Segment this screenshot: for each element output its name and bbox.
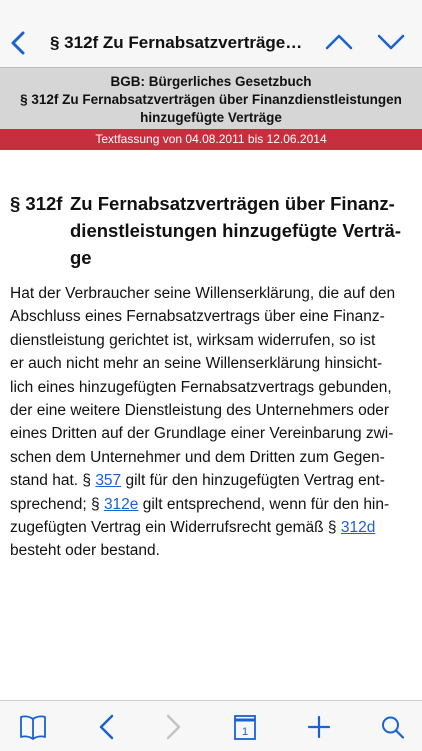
body-line: stand hat. § 357 gilt für den hinzugefüg… bbox=[10, 469, 414, 492]
section-title-line1: § 312f Zu Fernabsatzverträgen über Finan… bbox=[20, 92, 402, 107]
calendar-icon[interactable]: 1 bbox=[230, 713, 260, 741]
document-header: BGB: Bürgerliches Gesetzbuch § 312f Zu F… bbox=[0, 67, 422, 130]
section-heading-text: Zu Fernabsatzverträgen über Finanz- dien… bbox=[70, 190, 410, 271]
link-312e[interactable]: 312e bbox=[104, 496, 138, 513]
body-line: Hat der Verbraucher seine Willenserkläru… bbox=[10, 285, 396, 302]
version-banner: Textfassung von 04.08.2011 bis 12.06.201… bbox=[0, 129, 422, 150]
navigation-bar: § 312f Zu Fernabsatzverträge… bbox=[0, 0, 422, 67]
chevron-left-icon[interactable] bbox=[8, 30, 30, 56]
book-icon[interactable] bbox=[18, 713, 48, 741]
calendar-day: 1 bbox=[242, 726, 248, 738]
add-icon[interactable] bbox=[304, 713, 334, 741]
body-line: zugefügten Vertrag ein Widerrufsrecht ge… bbox=[10, 516, 414, 539]
body-line: der eine weitere Dienstleistung des Unte… bbox=[10, 402, 390, 420]
section-number: § 312f bbox=[10, 193, 63, 214]
back-icon[interactable] bbox=[92, 713, 122, 741]
body-line: besteht oder bestand. bbox=[10, 542, 160, 560]
section-heading-line: Zu Fernabsatzverträgen über Finanz- bbox=[70, 193, 395, 214]
nav-title: § 312f Zu Fernabsatzverträge… bbox=[50, 33, 303, 52]
body-text-fragment: gilt für den hinzugefügten Vertrag ent- bbox=[121, 472, 385, 490]
section-title-line2: hinzugefügte Verträge bbox=[140, 110, 282, 125]
body-line: er auch nicht mehr an seine Willenserklä… bbox=[10, 355, 383, 373]
body-line: schen dem Unternehmer und dem Dritten zu… bbox=[10, 448, 385, 466]
body-line: lich eines hinzugefügten Fernabsatzvertr… bbox=[10, 378, 392, 396]
body-line: dienstleistung gerichtet ist, wirksam wi… bbox=[10, 331, 376, 349]
body-text-fragment: stand hat. § bbox=[10, 472, 96, 490]
body-line: Abschluss eines Fernabsatzvertrags über … bbox=[10, 308, 385, 326]
body-text-fragment: gilt entsprechend, wenn für den hin- bbox=[138, 495, 390, 513]
body-line: eines Dritten auf der Grundlage einer Ve… bbox=[10, 425, 394, 443]
chevron-down-icon[interactable] bbox=[376, 31, 406, 53]
bottom-toolbar: 1 bbox=[0, 700, 422, 751]
chevron-up-icon[interactable] bbox=[324, 31, 354, 53]
section-body: Hat der Verbraucher seine Willenserkläru… bbox=[10, 282, 414, 563]
link-357[interactable]: 357 bbox=[95, 472, 121, 489]
body-text-fragment: zugefügten Vertrag ein Widerrufsrecht ge… bbox=[10, 519, 341, 537]
section-heading-line: dienstleistungen hinzugefügte Verträ- bbox=[70, 220, 401, 241]
link-312d[interactable]: 312d bbox=[341, 519, 375, 536]
body-line: sprechend; § 312e gilt entsprechend, wen… bbox=[10, 493, 414, 516]
law-title: BGB: Bürgerliches Gesetzbuch bbox=[110, 74, 312, 89]
body-text-fragment: sprechend; § bbox=[10, 495, 104, 513]
forward-icon[interactable] bbox=[158, 713, 188, 741]
section-heading-line: ge bbox=[70, 247, 92, 268]
search-icon[interactable] bbox=[378, 713, 408, 741]
